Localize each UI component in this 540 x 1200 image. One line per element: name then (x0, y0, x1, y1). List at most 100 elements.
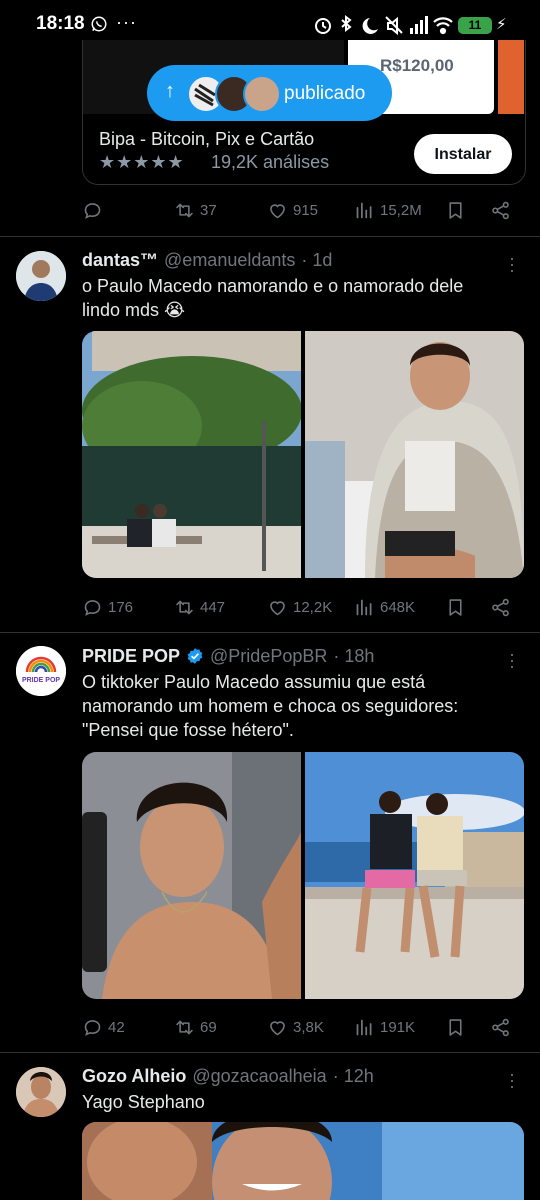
tweet-text: Yago Stephano (82, 1090, 512, 1114)
bookmark-button[interactable] (445, 195, 466, 225)
divider (0, 1052, 540, 1053)
ad-app-title: Bipa - Bitcoin, Pix e Cartão (99, 129, 315, 149)
bookmark-button[interactable] (445, 592, 466, 622)
avatar (243, 75, 281, 113)
tweet-text: O tiktoker Paulo Macedo assumiu que está… (82, 670, 512, 742)
tweet-image[interactable] (82, 331, 301, 578)
like-icon (267, 597, 288, 618)
retweet-button[interactable]: 447 (174, 592, 225, 622)
tweet-header: PRIDE POP @PridePopBR · 18h (82, 644, 374, 668)
user-handle[interactable]: @PridePopBR (210, 646, 327, 667)
like-button[interactable]: 12,2K (267, 592, 332, 622)
moon-icon (362, 18, 378, 34)
share-icon (490, 597, 511, 618)
alarm-icon (315, 18, 331, 34)
more-icon[interactable]: · · · (505, 249, 519, 279)
reply-button[interactable]: 176 (82, 592, 133, 622)
published-toast[interactable]: ↑ publicado (147, 65, 392, 121)
status-time: 18:18 (36, 13, 85, 34)
published-label: publicado (284, 83, 366, 104)
tweet-time[interactable]: · 1d (301, 250, 332, 271)
tweet-image[interactable] (82, 752, 301, 999)
retweet-count: 37 (200, 201, 217, 219)
tweet-text-line: lindo mds 😭 (82, 300, 186, 320)
retweet-button[interactable]: 69 (174, 1012, 217, 1042)
like-button[interactable]: 915 (267, 195, 318, 225)
views-icon (354, 1017, 375, 1038)
avatar[interactable] (16, 251, 66, 301)
reply-button[interactable] (82, 195, 103, 225)
user-handle[interactable]: @gozacaoalheia (192, 1066, 326, 1087)
user-handle[interactable]: @emanueldants (164, 250, 295, 271)
like-count: 12,2K (293, 598, 333, 616)
tweet-time[interactable]: · 12h (333, 1066, 374, 1087)
share-icon (490, 200, 511, 221)
more-notifications-icon: ··· (116, 12, 137, 32)
bookmark-button[interactable] (445, 1012, 466, 1042)
tweet-action-bar: 42 69 3,8K 191K (82, 1012, 522, 1042)
avatar[interactable]: PRIDE POP (16, 646, 66, 696)
tweet-text-line: "Pensei que fosse hétero". (82, 720, 294, 740)
like-icon (267, 200, 288, 221)
like-button[interactable]: 3,8K (267, 1012, 324, 1042)
like-count: 3,8K (293, 1018, 324, 1036)
reply-button[interactable]: 42 (82, 1012, 125, 1042)
battery-indicator: 11 (458, 17, 492, 34)
retweet-icon (174, 597, 195, 618)
retweet-button[interactable]: 37 (174, 195, 217, 225)
reply-icon (82, 597, 103, 618)
bookmark-icon (445, 200, 466, 221)
bookmark-icon (445, 597, 466, 618)
tweet-image[interactable] (305, 331, 524, 578)
tweet-header: Gozo Alheio @gozacaoalheia · 12h (82, 1064, 374, 1088)
tweet-text: o Paulo Macedo namorando e o namorado de… (82, 274, 512, 322)
tweet-text-line: Yago Stephano (82, 1092, 205, 1112)
retweet-count: 69 (200, 1018, 217, 1036)
reply-icon (82, 1017, 103, 1038)
tweet-text-line: O tiktoker Paulo Macedo assumiu que está (82, 672, 426, 692)
bookmark-icon (445, 1017, 466, 1038)
tweet-action-bar: 176 447 12,2K 648K (82, 592, 522, 622)
ad-action-bar: 37 915 15,2M (82, 195, 522, 225)
ad-reviews: 19,2K análises (211, 152, 330, 172)
display-name[interactable]: PRIDE POP (82, 646, 180, 667)
tweet-time[interactable]: · 18h (333, 646, 374, 667)
avatar[interactable] (16, 1067, 66, 1117)
views-button[interactable]: 191K (354, 1012, 415, 1042)
signal-icon (410, 16, 428, 34)
like-count: 915 (293, 201, 319, 219)
pride-pop-logo-text: PRIDE POP (22, 677, 60, 684)
retweet-icon (174, 200, 195, 221)
display-name[interactable]: dantas™ (82, 250, 158, 271)
views-button[interactable]: 648K (354, 592, 415, 622)
like-icon (267, 1017, 288, 1038)
views-icon (354, 200, 375, 221)
views-count: 191K (380, 1018, 416, 1036)
reply-count: 176 (108, 598, 134, 616)
share-button[interactable] (490, 195, 511, 225)
share-icon (490, 1017, 511, 1038)
install-button[interactable]: Instalar (414, 134, 512, 174)
divider (0, 632, 540, 633)
tweet-header: dantas™ @emanueldants · 1d (82, 248, 332, 272)
views-count: 648K (380, 598, 416, 616)
more-icon[interactable]: · · · (505, 1065, 519, 1095)
views-count: 15,2M (380, 201, 422, 219)
rating-stars-icon: ★★★★★ (99, 152, 185, 172)
mute-icon (385, 16, 403, 36)
arrow-up-icon: ↑ (165, 80, 175, 102)
share-button[interactable] (490, 1012, 511, 1042)
tweet-image[interactable] (305, 752, 524, 999)
more-icon[interactable]: · · · (505, 645, 519, 675)
wifi-icon (433, 17, 453, 35)
bluetooth-icon (341, 15, 352, 32)
share-button[interactable] (490, 592, 511, 622)
retweet-count: 447 (200, 598, 226, 616)
divider (0, 236, 540, 237)
charging-icon: ⚡ (496, 16, 507, 33)
tweet-text-line: o Paulo Macedo namorando e o namorado de… (82, 276, 464, 296)
tweet-text-line: namorando um homem e choca os seguidores… (82, 696, 459, 716)
views-button[interactable]: 15,2M (354, 195, 422, 225)
display-name[interactable]: Gozo Alheio (82, 1066, 186, 1087)
tweet-image[interactable] (82, 1122, 524, 1200)
